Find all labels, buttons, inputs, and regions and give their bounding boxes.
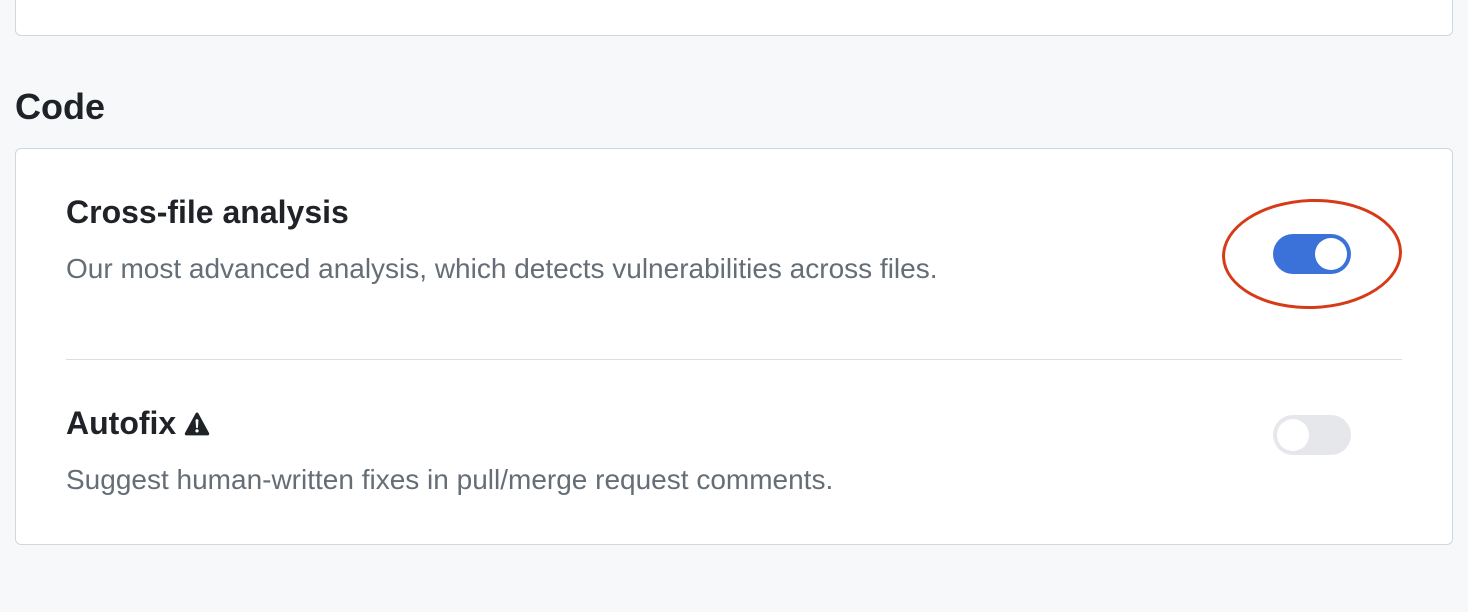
toggle-container bbox=[1222, 405, 1402, 465]
cross-file-analysis-toggle[interactable] bbox=[1273, 234, 1351, 274]
setting-title: Cross-file analysis bbox=[66, 194, 1222, 231]
setting-title-text: Autofix bbox=[66, 405, 176, 442]
setting-title-text: Cross-file analysis bbox=[66, 194, 349, 231]
toggle-container bbox=[1222, 194, 1402, 314]
previous-card-bottom bbox=[15, 0, 1453, 36]
warning-icon bbox=[184, 411, 210, 437]
toggle-knob bbox=[1277, 419, 1309, 451]
setting-cross-file-analysis: Cross-file analysis Our most advanced an… bbox=[16, 149, 1452, 359]
setting-description: Suggest human-written fixes in pull/merg… bbox=[66, 460, 1222, 499]
setting-text: Cross-file analysis Our most advanced an… bbox=[66, 194, 1222, 288]
autofix-toggle[interactable] bbox=[1273, 415, 1351, 455]
setting-description: Our most advanced analysis, which detect… bbox=[66, 249, 1222, 288]
setting-title: Autofix bbox=[66, 405, 1222, 442]
section-heading: Code bbox=[15, 86, 1453, 128]
setting-text: Autofix Suggest human-written fixes in p… bbox=[66, 405, 1222, 499]
toggle-knob bbox=[1315, 238, 1347, 270]
code-settings-card: Cross-file analysis Our most advanced an… bbox=[15, 148, 1453, 545]
setting-autofix: Autofix Suggest human-written fixes in p… bbox=[66, 359, 1402, 544]
